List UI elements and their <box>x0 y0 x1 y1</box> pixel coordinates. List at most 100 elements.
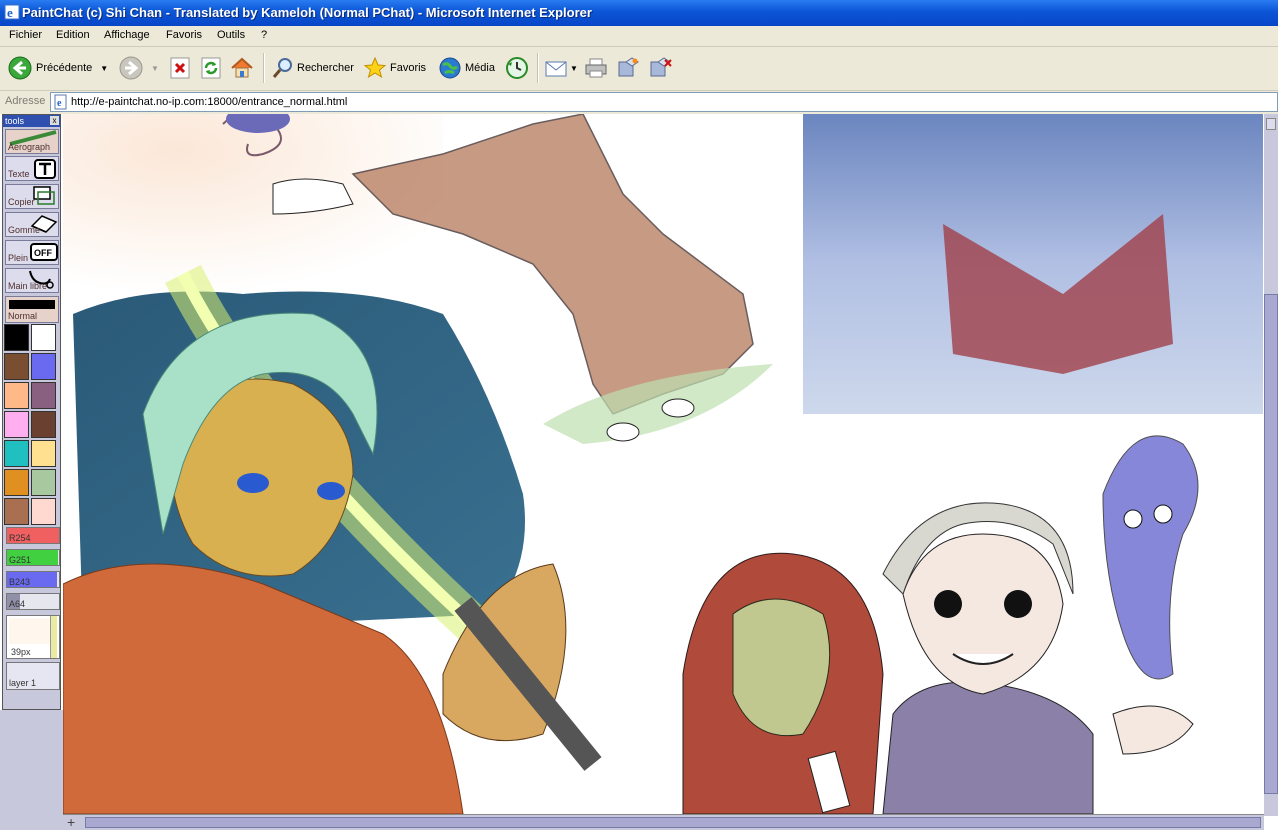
address-field[interactable]: e http://e-paintchat.no-ip.com:18000/ent… <box>50 92 1278 112</box>
color-slider[interactable]: R254 <box>6 527 60 544</box>
pen-color-preview <box>9 300 55 309</box>
color-swatch[interactable] <box>31 382 56 409</box>
canvas-grin-eye-right <box>1004 590 1032 618</box>
menu-outils[interactable]: Outils <box>217 29 245 41</box>
back-dropdown-icon[interactable]: ▼ <box>100 64 108 73</box>
canvas-blue-painting <box>803 114 1263 414</box>
vertical-scrollbar[interactable] <box>1264 114 1278 816</box>
star-icon <box>363 56 387 79</box>
canvas-artwork <box>63 114 1263 814</box>
canvas-eye-left <box>237 473 269 493</box>
pen-mode-selector[interactable]: Normal <box>5 296 59 323</box>
printer-icon <box>585 58 607 78</box>
title-bar: e PaintChat (c) Shi Chan - Translated by… <box>0 0 1278 26</box>
cube-x-icon <box>650 57 672 77</box>
mail-dropdown-icon[interactable]: ▼ <box>570 64 578 73</box>
color-swatch[interactable] <box>4 382 29 409</box>
media-button[interactable]: Média <box>438 55 495 81</box>
slider-label: B243 <box>9 577 31 587</box>
slider-label: G251 <box>9 555 32 565</box>
tool-label: Texte <box>8 169 30 179</box>
home-button[interactable] <box>230 55 254 81</box>
canvas-grin-face <box>902 533 1064 695</box>
tool-label: Plein <box>8 253 29 263</box>
canvas-grin-eye-left <box>934 590 962 618</box>
color-slider[interactable]: B243 <box>6 571 60 588</box>
menu-edition[interactable]: Edition <box>56 29 90 41</box>
color-slider[interactable]: A64 <box>6 593 60 610</box>
search-button[interactable]: Rechercher <box>272 55 354 81</box>
color-swatch[interactable] <box>4 324 29 351</box>
color-swatch[interactable] <box>4 353 29 380</box>
color-swatch[interactable] <box>31 498 56 525</box>
close-icon[interactable]: x <box>50 116 59 125</box>
toolbar-separator <box>537 53 539 83</box>
search-label: Rechercher <box>297 62 354 74</box>
back-button[interactable]: Précédente ▼ <box>8 55 108 81</box>
tool-label: Main libre <box>8 281 48 291</box>
forward-button[interactable]: ▼ <box>119 55 159 81</box>
fill-off-icon: OFF <box>30 243 58 261</box>
color-swatch[interactable] <box>4 469 29 496</box>
home-icon <box>231 57 253 78</box>
history-clock-icon <box>506 57 528 79</box>
color-swatch[interactable] <box>4 440 29 467</box>
tool-texte[interactable]: Texte <box>5 156 59 181</box>
color-swatch[interactable] <box>4 498 29 525</box>
stop-icon <box>170 57 190 79</box>
tool-label: Copier <box>8 197 35 207</box>
scroll-corner-plus-icon[interactable]: + <box>67 814 75 830</box>
scroll-up-button[interactable] <box>1266 118 1276 130</box>
canvas-spirit-eye-right <box>1153 504 1173 524</box>
mail-icon <box>545 61 567 77</box>
stop-button[interactable] <box>170 55 190 81</box>
hscroll-thumb[interactable] <box>85 817 1261 828</box>
tool-main-libre[interactable]: Main libre <box>5 268 59 293</box>
canvas-purple-robe <box>882 681 1094 814</box>
media-label: Média <box>465 62 495 74</box>
horizontal-scrollbar[interactable]: + <box>63 814 1264 830</box>
tool-label: Gomme <box>8 225 41 235</box>
tool-aerograph[interactable]: Aerograph <box>5 129 59 154</box>
color-swatch[interactable] <box>31 324 56 351</box>
color-swatch[interactable] <box>31 469 56 496</box>
layer-label: layer 1 <box>9 678 37 688</box>
color-swatch[interactable] <box>31 440 56 467</box>
forward-dropdown-icon[interactable]: ▼ <box>151 64 159 73</box>
tool-copier[interactable]: Copier <box>5 184 59 209</box>
color-slider[interactable]: G251 <box>6 549 60 566</box>
brush-size-label: 39px <box>11 647 31 657</box>
menu-favoris[interactable]: Favoris <box>166 29 202 41</box>
scroll-thumb[interactable] <box>1264 294 1278 794</box>
paint-canvas[interactable] <box>63 114 1263 814</box>
menu-help[interactable]: ? <box>261 29 267 41</box>
color-swatch[interactable] <box>4 411 29 438</box>
favorites-button[interactable]: Favoris <box>363 55 426 81</box>
tool-gomme[interactable]: Gomme <box>5 212 59 237</box>
toolbar-separator <box>263 53 265 83</box>
tool-label: Aerograph <box>8 142 51 152</box>
refresh-button[interactable] <box>201 55 221 81</box>
brush-size-control[interactable]: 39px <box>6 615 60 659</box>
menu-affichage[interactable]: Affichage <box>104 29 150 41</box>
tool-plein[interactable]: OFF Plein <box>5 240 59 265</box>
browser-toolbar: Précédente ▼ ▼ Rechercher Favoris Média … <box>0 47 1278 91</box>
menu-bar: Fichier Edition Affichage Favoris Outils… <box>0 26 1278 47</box>
color-swatch[interactable] <box>31 411 56 438</box>
history-button[interactable] <box>505 55 529 81</box>
canvas-foot-right <box>661 398 695 418</box>
text-tool-icon <box>34 159 56 179</box>
media-globe-icon <box>439 57 461 79</box>
messenger-button[interactable] <box>648 55 672 81</box>
layer-selector[interactable]: layer 1 <box>6 662 60 690</box>
color-swatch[interactable] <box>31 353 56 380</box>
brush-size-slider[interactable] <box>50 616 57 658</box>
menu-fichier[interactable]: Fichier <box>9 29 42 41</box>
address-url: http://e-paintchat.no-ip.com:18000/entra… <box>71 96 348 108</box>
edit-button[interactable] <box>616 55 640 81</box>
mail-button[interactable]: ▼ <box>545 55 578 81</box>
favorites-label: Favoris <box>390 62 427 74</box>
print-button[interactable] <box>584 55 608 81</box>
refresh-icon <box>201 57 221 79</box>
address-label: Adresse <box>5 95 46 107</box>
